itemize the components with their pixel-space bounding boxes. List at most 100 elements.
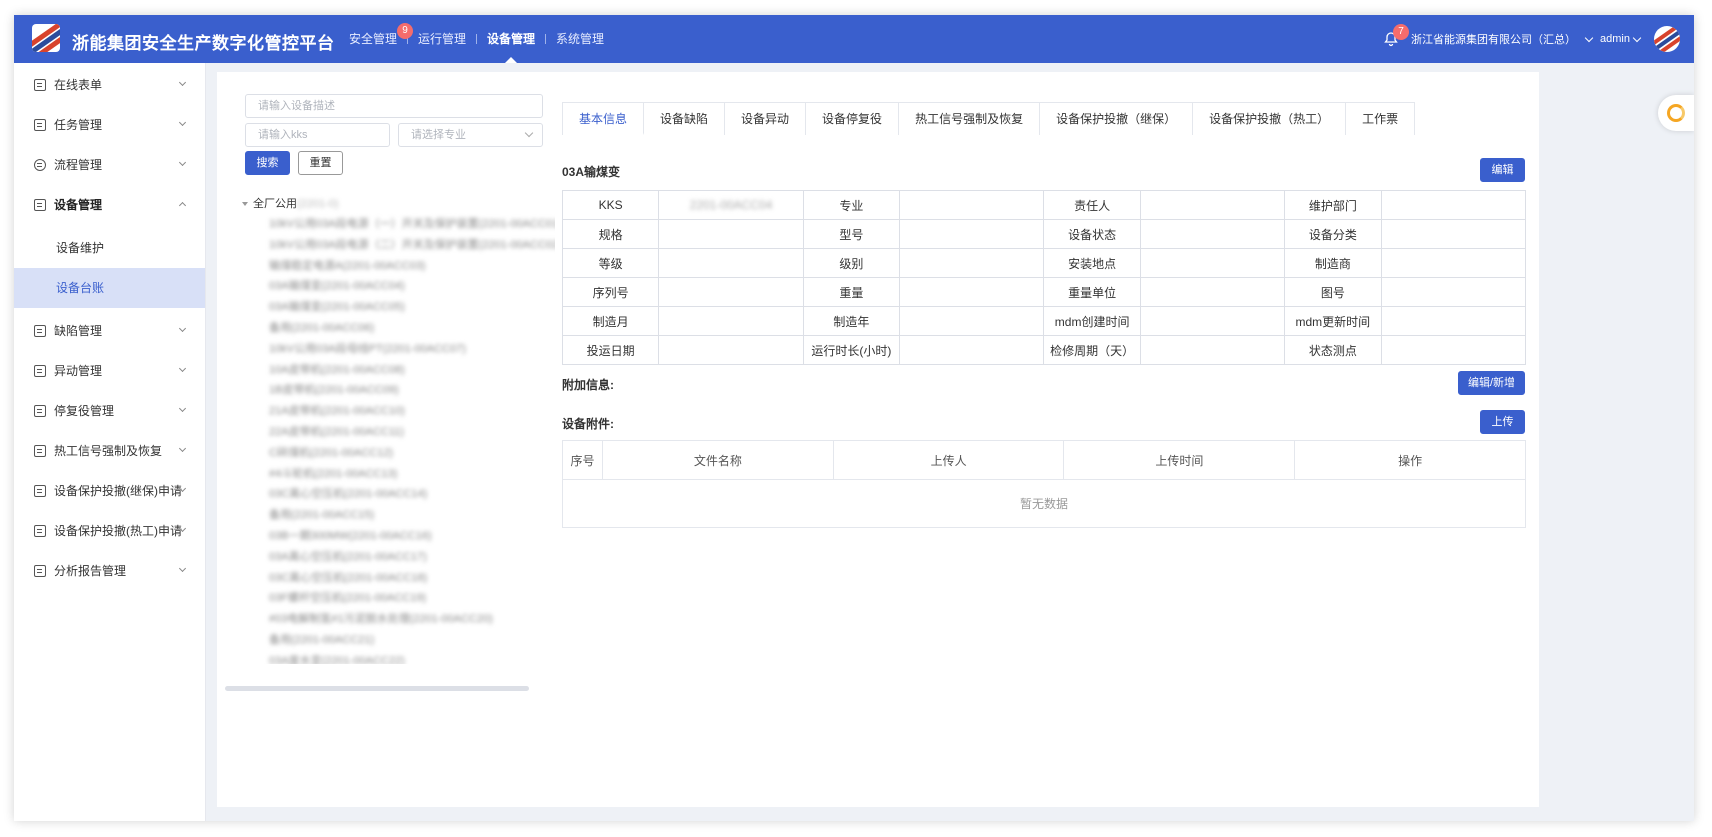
sidebar-item-label: 设备保护投撤(热工)申请 [54, 524, 182, 538]
tree-node[interactable]: C碎煤机(2201-00ACC12) [239, 443, 555, 464]
info-label: 维护部门 [1284, 190, 1382, 220]
detail-tabs: 基本信息 设备缺陷 设备异动 设备停复役 热工信号强制及恢复 设备保护投撤（继保） 设备保护… [562, 102, 1416, 135]
tree-node[interactable]: 10kV公用03A段电源（二）开关及保护装置(2201-00ACC02) [239, 235, 555, 256]
loading-ring-icon [1667, 104, 1685, 122]
info-label: 制造月 [561, 306, 660, 336]
chevron-down-icon [178, 404, 187, 413]
info-label: 等级 [561, 248, 660, 278]
info-row: 制造月 制造年 mdm创建时间 mdm更新时间 [561, 306, 1526, 336]
info-value [658, 277, 804, 307]
major-select-placeholder: 请选择专业 [411, 129, 466, 141]
tree-root-code: (2201-0) [297, 198, 339, 210]
sidebar-subitem-1[interactable]: 设备台账 [14, 268, 205, 308]
info-label: KKS [561, 190, 660, 220]
sidebar-item-4[interactable]: 缺陷管理 [14, 311, 205, 351]
edit-button[interactable]: 编辑 [1480, 158, 1525, 182]
tab-1[interactable]: 设备缺陷 [644, 103, 726, 135]
tab-4[interactable]: 热工信号强制及恢复 [899, 103, 1041, 135]
sidebar-item-2[interactable]: 流程管理 [14, 145, 205, 185]
chevron-down-icon[interactable] [1632, 33, 1642, 42]
top-nav-item-3[interactable]: 系统管理 [546, 15, 614, 63]
bell-icon[interactable]: 7 [1383, 24, 1410, 47]
sidebar-item-10[interactable]: 分析报告管理 [14, 551, 205, 591]
tree-node[interactable]: 备用(2201-00ACC21) [239, 630, 555, 651]
column-header: 操作 [1294, 440, 1526, 480]
app-window: 浙能集团安全生产数字化管控平台 安全管理 9 运行管理 设备管理 系统管理 7 浙江省能… [14, 15, 1694, 821]
edit-add-button[interactable]: 编辑/新增 [1458, 371, 1525, 395]
kks-input[interactable]: 请输入kks [245, 123, 390, 147]
tree-node[interactable]: 1B皮带机(2201-00ACC09) [239, 380, 555, 401]
device-tree: 全厂公用(2201-0) 10kV公用03A段电源（一）开关及保护装置(2201… [239, 194, 555, 664]
top-nav-item-0[interactable]: 安全管理 9 [339, 15, 414, 63]
sidebar-item-3[interactable]: 设备管理 [14, 185, 205, 225]
tab-3[interactable]: 设备停复役 [806, 103, 900, 135]
tree-node[interactable]: 备用(2201-00ACC06) [239, 318, 555, 339]
tree-node[interactable]: 03F螺杆空压机(2201-00ACC19) [239, 588, 555, 609]
info-value [899, 190, 1045, 220]
tab-2[interactable]: 设备异动 [725, 103, 807, 135]
chevron-down-icon[interactable] [1584, 33, 1594, 42]
user-menu[interactable]: admin [1600, 33, 1630, 45]
tab-5[interactable]: 设备保护投撤（继保） [1040, 103, 1194, 135]
avatar[interactable] [1654, 26, 1680, 52]
tree-node[interactable]: #03电解制氢#1污泥脱水处理(2201-00ACC20) [239, 609, 555, 630]
tree-node[interactable]: 22A皮带机(2201-00ACC11) [239, 422, 555, 443]
chevron-down-icon [178, 564, 187, 573]
tree-node[interactable]: 03A废水变(2201-00ACC22) [239, 651, 555, 664]
sidebar-subitem-0[interactable]: 设备维护 [14, 228, 205, 268]
tab-0[interactable]: 基本信息 [563, 103, 645, 135]
tree-node[interactable]: 03C离心空压机(2201-00ACC14) [239, 484, 555, 505]
tree-node[interactable]: 10kV公用03A段电源（一）开关及保护装置(2201-00ACC01) [239, 214, 555, 235]
sidebar-item-0[interactable]: 在线表单 [14, 65, 205, 105]
caret-down-icon[interactable] [242, 202, 248, 206]
major-select[interactable]: 请选择专业 [398, 123, 543, 147]
info-value [899, 277, 1045, 307]
sidebar-item-6[interactable]: 停复役管理 [14, 391, 205, 431]
sidebar-item-5[interactable]: 异动管理 [14, 351, 205, 391]
tree-node[interactable]: 03A输煤变(2201-00ACC04) [239, 276, 555, 297]
info-label: mdm更新时间 [1284, 306, 1382, 336]
tree-node[interactable]: 10A皮带机(2201-00ACC08) [239, 360, 555, 381]
info-row: 投运日期 运行时长(小时) 检修周期（天） 状态测点 [561, 335, 1526, 365]
info-label: 投运日期 [561, 335, 660, 365]
info-label: 规格 [561, 219, 660, 249]
tree-node[interactable]: 10kV公用03A段母线PT(2201-00ACC07) [239, 339, 555, 360]
info-row: 规格 型号 设备状态 设备分类 [561, 219, 1526, 249]
tree-node[interactable]: 备用(2201-00ACC15) [239, 505, 555, 526]
tab-7[interactable]: 工作票 [1346, 103, 1415, 135]
company-selector[interactable]: 浙江省能源集团有限公司（汇总） [1411, 31, 1576, 47]
tree-node[interactable]: 03A离心空压机(2201-00ACC17) [239, 547, 555, 568]
top-nav-item-2[interactable]: 设备管理 [477, 15, 545, 63]
tree-node[interactable]: 输煤稳定电源A(2201-00ACC03) [239, 256, 555, 277]
upload-button[interactable]: 上传 [1480, 410, 1525, 434]
info-value [899, 248, 1045, 278]
assistant-float-button[interactable] [1658, 95, 1694, 131]
change-icon [34, 365, 46, 377]
sidebar-item-1[interactable]: 任务管理 [14, 105, 205, 145]
sidebar-item-9[interactable]: 设备保护投撤(热工)申请 [14, 511, 205, 551]
tree-node[interactable]: 03B一期300MW(2201-00ACC16) [239, 526, 555, 547]
sidebar-item-7[interactable]: 热工信号强制及恢复 [14, 431, 205, 471]
tab-6[interactable]: 设备保护投撤（热工） [1193, 103, 1347, 135]
chevron-down-icon [178, 364, 187, 373]
reset-button[interactable]: 重置 [298, 151, 343, 175]
device-desc-input[interactable]: 请输入设备描述 [245, 94, 543, 118]
tree-node[interactable]: 21A皮带机(2201-00ACC10) [239, 401, 555, 422]
attachments-title: 设备附件: [562, 417, 614, 431]
top-header: 浙能集团安全生产数字化管控平台 安全管理 9 运行管理 设备管理 系统管理 7 浙江省能… [14, 15, 1694, 63]
logo [32, 24, 60, 52]
tree-node[interactable]: 03C离心空压机(2201-00ACC18) [239, 568, 555, 589]
horizontal-scrollbar[interactable] [225, 686, 529, 691]
top-nav-item-1[interactable]: 运行管理 [408, 15, 476, 63]
tree-node[interactable]: 03A输煤变(2201-00ACC05) [239, 297, 555, 318]
sidebar-item-label: 热工信号强制及恢复 [54, 444, 163, 458]
top-nav-label: 系统管理 [556, 32, 605, 46]
sidebar-item-label: 异动管理 [54, 364, 103, 378]
search-button[interactable]: 搜索 [245, 151, 290, 175]
info-label: 重量 [802, 277, 901, 307]
tree-node[interactable]: #4斗轮机(2201-00ACC13) [239, 464, 555, 485]
tree-root[interactable]: 全厂公用(2201-0) [239, 194, 555, 214]
sidebar-item-8[interactable]: 设备保护投撤(继保)申请 [14, 471, 205, 511]
info-value [1380, 190, 1526, 220]
active-indicator [505, 57, 518, 63]
